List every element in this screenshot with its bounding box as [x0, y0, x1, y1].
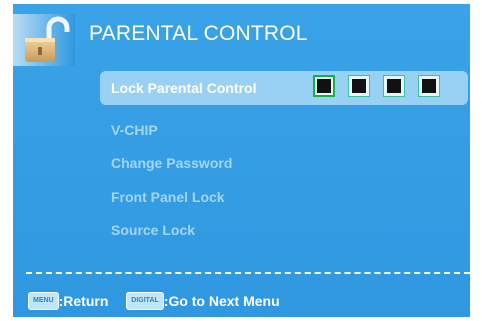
- page-title: PARENTAL CONTROL: [89, 22, 308, 45]
- padlock-open-icon: [13, 14, 75, 66]
- divider: [26, 272, 470, 274]
- footer-hints: MENU:Return DIGITAL:Go to Next Menu: [28, 292, 294, 312]
- pin-digit-1[interactable]: [313, 75, 335, 97]
- menu-item-label: Source Lock: [111, 222, 196, 238]
- menu-item-change-password[interactable]: Change Password: [100, 146, 468, 180]
- menu-item-front-panel-lock[interactable]: Front Panel Lock: [100, 180, 468, 214]
- menu-item-label: V-CHIP: [111, 122, 158, 138]
- menu-item-label: Front Panel Lock: [111, 189, 225, 205]
- menu-item-v-chip[interactable]: V-CHIP: [100, 113, 468, 147]
- menu-item-lock-parental-control[interactable]: Lock Parental Control: [100, 71, 468, 105]
- osd-screen: PARENTAL CONTROL Lock Parental Control V…: [13, 4, 470, 317]
- pin-digit-2[interactable]: [348, 75, 370, 97]
- menu-item-label: Change Password: [111, 155, 233, 171]
- pin-digit-3[interactable]: [383, 75, 405, 97]
- pin-digit-4[interactable]: [418, 75, 440, 97]
- menu-key-badge[interactable]: MENU: [28, 292, 59, 311]
- menu-item-source-lock[interactable]: Source Lock: [100, 213, 468, 247]
- digital-key-badge[interactable]: DIGITAL: [126, 292, 164, 311]
- next-menu-hint: :Go to Next Menu: [163, 293, 280, 310]
- menu-item-label: Lock Parental Control: [111, 80, 257, 96]
- return-hint: :Return: [58, 293, 109, 310]
